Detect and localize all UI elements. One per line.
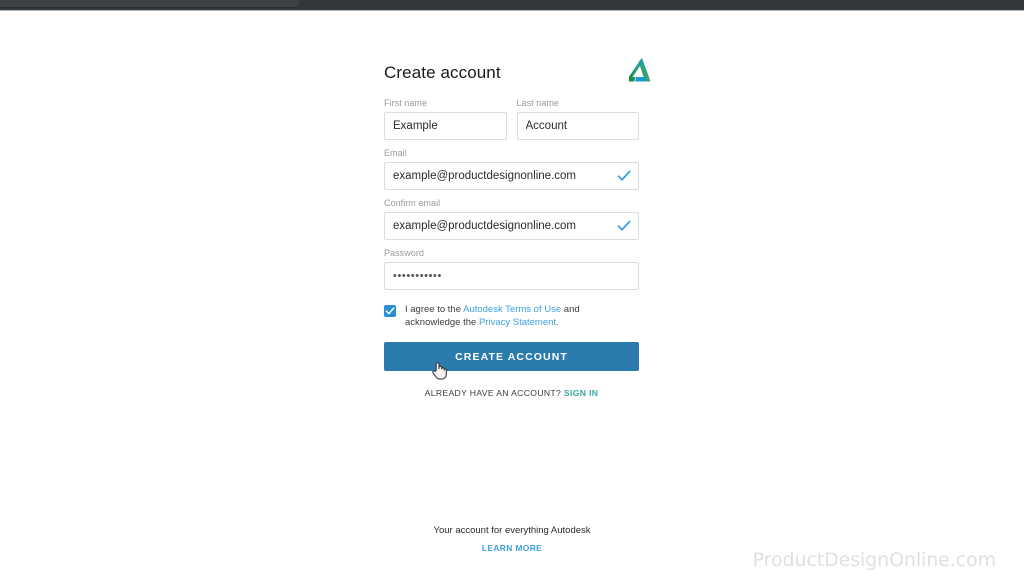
- submit-area: CREATE ACCOUNT: [384, 342, 639, 380]
- first-name-input[interactable]: Example: [384, 112, 507, 140]
- browser-chrome-bar: [0, 0, 1024, 11]
- confirm-email-value: example@productdesignonline.com: [393, 220, 577, 232]
- password-field-group: Password •••••••••••: [384, 247, 639, 290]
- first-name-value: Example: [393, 120, 438, 132]
- terms-checkbox[interactable]: [384, 305, 396, 317]
- autodesk-terms-of-use-link[interactable]: Autodesk Terms of Use: [463, 304, 561, 315]
- confirm-email-field-group: Confirm email example@productdesignonlin…: [384, 197, 639, 240]
- password-input[interactable]: •••••••••••: [384, 262, 639, 290]
- confirm-email-valid-checkmark-icon: [617, 219, 631, 233]
- create-account-form: Create account First name Example Last n…: [384, 56, 651, 398]
- password-label: Password: [384, 248, 424, 258]
- sign-in-link[interactable]: SIGN IN: [564, 388, 598, 398]
- last-name-label: Last name: [516, 98, 559, 108]
- last-name-value: Account: [525, 120, 568, 132]
- browser-tab[interactable]: [0, 0, 298, 8]
- footer-tagline: Your account for everything Autodesk: [433, 525, 591, 536]
- form-header: Create account: [384, 56, 651, 92]
- terms-consent-text: I agree to the Autodesk Terms of Use and…: [405, 304, 637, 329]
- consent-text-before: I agree to the: [405, 304, 464, 315]
- terms-consent-row: I agree to the Autodesk Terms of Use and…: [384, 304, 639, 329]
- consent-text-after: .: [556, 316, 559, 328]
- email-label: Email: [384, 148, 407, 158]
- email-valid-checkmark-icon: [617, 169, 631, 183]
- last-name-field-group: Last name Account: [516, 97, 639, 140]
- checkbox-check-icon: [385, 307, 395, 315]
- password-value: •••••••••••: [393, 270, 442, 282]
- first-name-label: First name: [384, 98, 428, 108]
- signin-prompt-row: ALREADY HAVE AN ACCOUNT? SIGN IN: [384, 388, 639, 398]
- email-field-group: Email example@productdesignonline.com: [384, 147, 639, 190]
- signin-prompt-text: ALREADY HAVE AN ACCOUNT?: [424, 388, 562, 398]
- page-canvas: Create account First name Example Last n…: [0, 11, 1024, 576]
- privacy-statement-link[interactable]: Privacy Statement: [479, 317, 556, 328]
- last-name-input[interactable]: Account: [516, 112, 639, 140]
- learn-more-link[interactable]: LEARN MORE: [482, 543, 542, 553]
- name-row: First name Example Last name Account: [384, 97, 639, 140]
- page-title: Create account: [384, 63, 501, 82]
- create-account-button[interactable]: CREATE ACCOUNT: [384, 342, 639, 371]
- email-input[interactable]: example@productdesignonline.com: [384, 162, 639, 190]
- autodesk-a-logo-icon: [623, 55, 653, 85]
- watermark: ProductDesignOnline.com: [752, 549, 996, 571]
- first-name-field-group: First name Example: [384, 97, 507, 140]
- email-value: example@productdesignonline.com: [393, 170, 577, 182]
- confirm-email-label: Confirm email: [384, 198, 441, 208]
- confirm-email-input[interactable]: example@productdesignonline.com: [384, 212, 639, 240]
